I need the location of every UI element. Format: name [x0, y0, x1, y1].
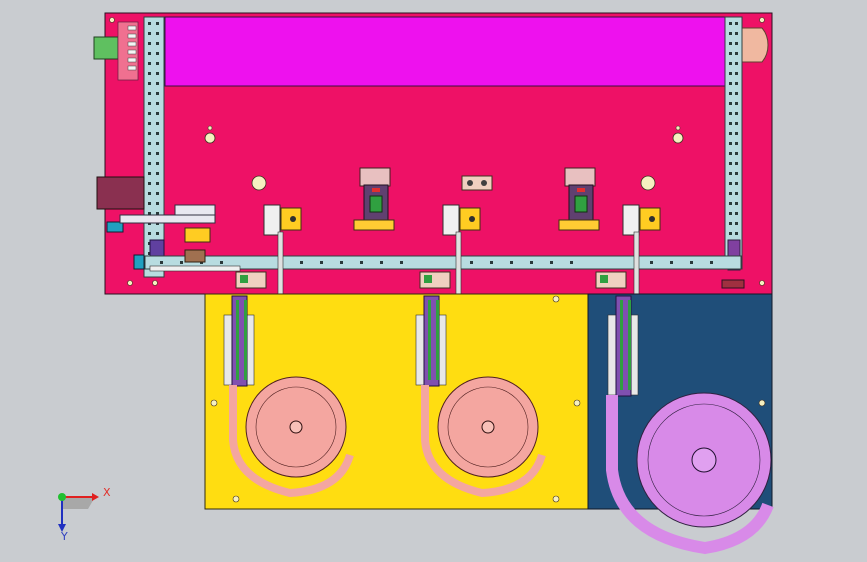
- cad-drawing: [58, 12, 774, 555]
- axis-y-label: Y: [61, 530, 68, 543]
- actuator-1: [263, 204, 302, 236]
- right-vertical-rail: [724, 16, 743, 270]
- left-vertical-rail: [143, 16, 165, 278]
- axis-x-label: X: [103, 486, 111, 499]
- left-motor-block: [96, 176, 145, 210]
- actuator-3: [622, 204, 661, 236]
- top-header-bar: [164, 16, 726, 87]
- left-connector: [93, 36, 119, 60]
- right-connector: [738, 27, 769, 63]
- axis-triad: [58, 493, 99, 532]
- actuator-2: [442, 204, 481, 236]
